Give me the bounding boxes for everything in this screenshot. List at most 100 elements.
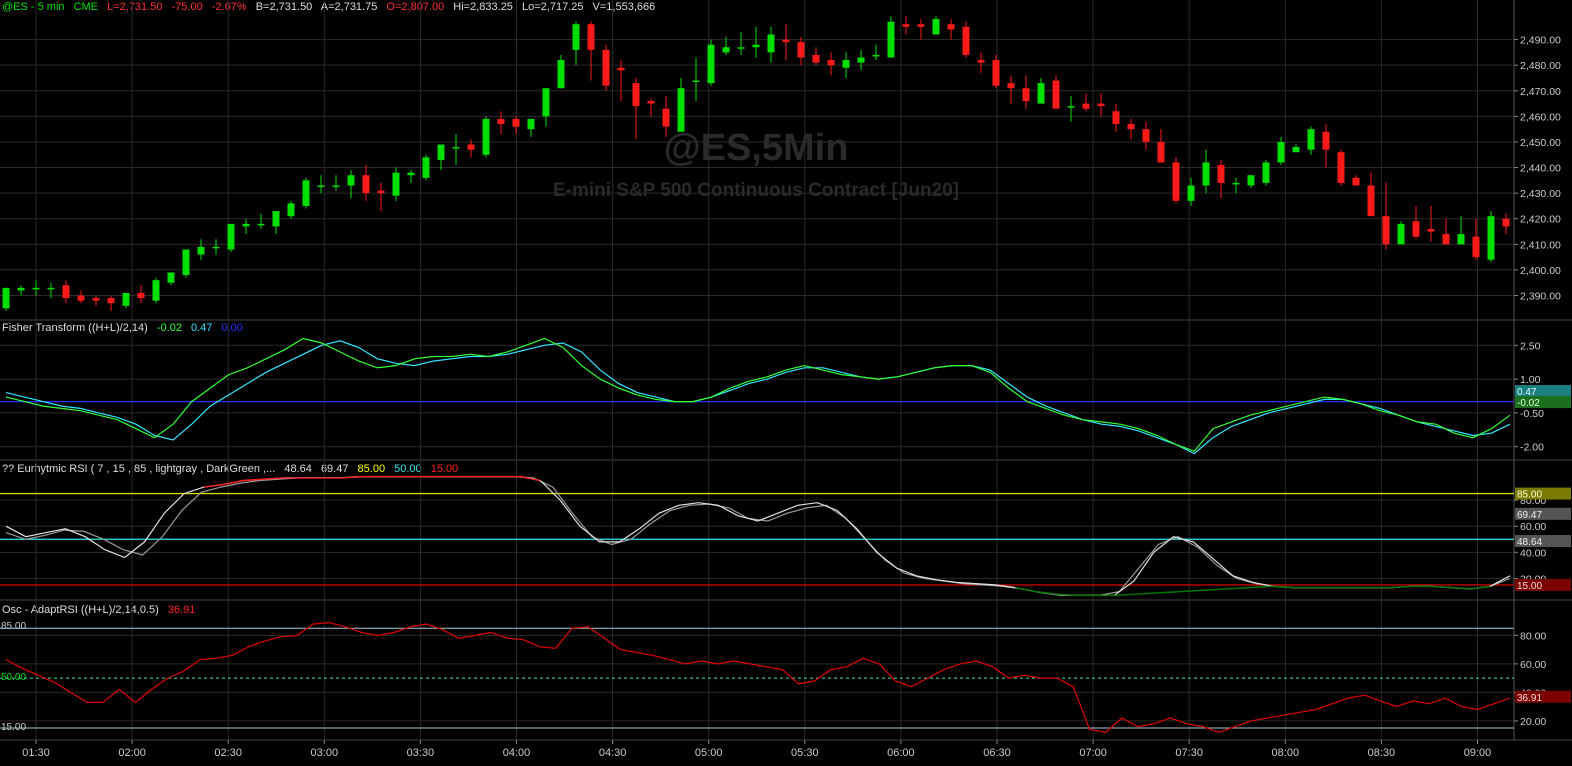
candle-body-up (767, 34, 775, 53)
candle-body-down (632, 83, 640, 107)
osc-level-hi-label: 85.00 (1, 621, 26, 632)
value-tick-label: 2,420.00 (1520, 214, 1561, 226)
candle-body-up (527, 118, 535, 130)
candle-body-up (1187, 185, 1195, 201)
candle-body-down (1322, 131, 1330, 150)
candle-body-up (302, 180, 310, 206)
candle-body-up (422, 157, 430, 178)
watermark-symbol: @ES,5Min (664, 127, 849, 169)
value-tick-label: -0.50 (1520, 408, 1544, 420)
time-tick-label: 04:00 (503, 747, 531, 759)
candle-body-down (602, 49, 610, 86)
candle-body-up (1292, 147, 1300, 153)
candle-body-down (1127, 124, 1135, 130)
candle-body-up (1232, 182, 1240, 185)
value-tick-label: 40.00 (1520, 547, 1546, 559)
candle-body-up (1397, 223, 1405, 245)
value-tick-label: 2.50 (1520, 340, 1541, 352)
watermark-description: E-mini S&P 500 Continuous Contract [Jun2… (553, 180, 959, 201)
candle-body-up (257, 223, 265, 226)
candle-body-down (1427, 228, 1435, 232)
candle-body-up (557, 60, 565, 89)
candle-body-up (167, 272, 175, 283)
time-tick-label: 06:30 (983, 747, 1011, 759)
candle-body-up (1307, 129, 1315, 150)
candle-body-up (47, 287, 55, 290)
value-tick-label: 2,410.00 (1520, 239, 1561, 251)
candle-body-down (1367, 185, 1375, 217)
rsi-value-tag-85: 85.00 (1517, 490, 1542, 501)
time-tick-label: 08:00 (1272, 747, 1300, 759)
time-tick-label: 07:00 (1079, 747, 1107, 759)
candle-body-down (1082, 103, 1090, 109)
candle-body-up (1037, 83, 1045, 104)
time-tick-label: 09:00 (1464, 747, 1492, 759)
candle-body-up (1487, 216, 1495, 260)
candle-body-down (497, 118, 505, 125)
candle-body-down (827, 60, 835, 66)
time-tick-label: 03:30 (407, 747, 435, 759)
candle-body-up (32, 287, 40, 290)
candle-body-up (872, 54, 880, 57)
rsi-value-tag-1: 48.64 (1517, 537, 1542, 548)
rsi-value-tag-15: 15.00 (1517, 581, 1542, 592)
candle-body-down (1097, 103, 1105, 107)
candle-body-down (1442, 234, 1450, 245)
candle-body-up (407, 172, 415, 176)
candle-body-down (962, 26, 970, 55)
candle-body-down (362, 175, 370, 194)
candle-body-down (977, 60, 985, 63)
candle-body-up (482, 118, 490, 155)
rsi-overbought-line (203, 475, 541, 488)
candle-body-down (1382, 216, 1390, 245)
candle-body-up (1457, 234, 1465, 245)
candle-body-down (662, 108, 670, 127)
value-tick-label: 2,400.00 (1520, 265, 1561, 277)
candle-body-down (467, 144, 475, 150)
osc-level-mid-label: 50.00 (1, 672, 26, 683)
candle-body-down (1007, 83, 1015, 89)
candle-body-up (197, 246, 205, 255)
candle-body-down (917, 24, 925, 27)
time-tick-label: 02:00 (118, 747, 146, 759)
value-tick-label: 2,430.00 (1520, 188, 1561, 200)
time-tick-label: 03:00 (311, 747, 339, 759)
candle-body-up (1262, 162, 1270, 183)
candle-body-up (1067, 106, 1075, 108)
candle-body-up (842, 60, 850, 68)
chart-canvas[interactable]: @ES,5Min E-mini S&P 500 Continuous Contr… (0, 0, 1572, 766)
candle-body-up (722, 47, 730, 53)
candle-body-down (92, 298, 100, 301)
candle-body-down (1112, 111, 1120, 125)
candle-body-down (377, 190, 385, 194)
time-tick-label: 05:30 (791, 747, 819, 759)
candle-body-down (782, 39, 790, 43)
rsi-value-tag-2: 69.47 (1517, 510, 1542, 521)
value-tick-label: 2,480.00 (1520, 60, 1561, 72)
candle-body-down (992, 60, 1000, 86)
osc-value-tag: 36.91 (1517, 693, 1542, 704)
candle-body-down (1142, 129, 1150, 142)
candle-body-down (1412, 221, 1420, 237)
value-tick-label: 1.00 (1520, 374, 1541, 386)
candle-body-up (182, 249, 190, 276)
candle-body-up (707, 44, 715, 84)
candle-body-up (857, 57, 865, 63)
candle-body-down (137, 292, 145, 299)
time-tick-label: 05:00 (695, 747, 723, 759)
candle-body-up (677, 88, 685, 132)
value-tick-label: 2,460.00 (1520, 111, 1561, 123)
candle-body-down (77, 295, 85, 301)
time-tick-label: 07:30 (1175, 747, 1203, 759)
candle-body-down (1502, 218, 1510, 227)
candle-body-down (1217, 165, 1225, 183)
candle-body-down (647, 101, 655, 104)
candle-body-up (2, 287, 10, 309)
candle-body-up (317, 185, 325, 187)
candle-body-down (1022, 88, 1030, 102)
candle-body-down (1352, 177, 1360, 186)
candle-body-down (512, 118, 520, 127)
value-tick-label: 2,450.00 (1520, 137, 1561, 149)
value-tick-label: 80.00 (1520, 630, 1546, 642)
candle-body-up (542, 88, 550, 117)
